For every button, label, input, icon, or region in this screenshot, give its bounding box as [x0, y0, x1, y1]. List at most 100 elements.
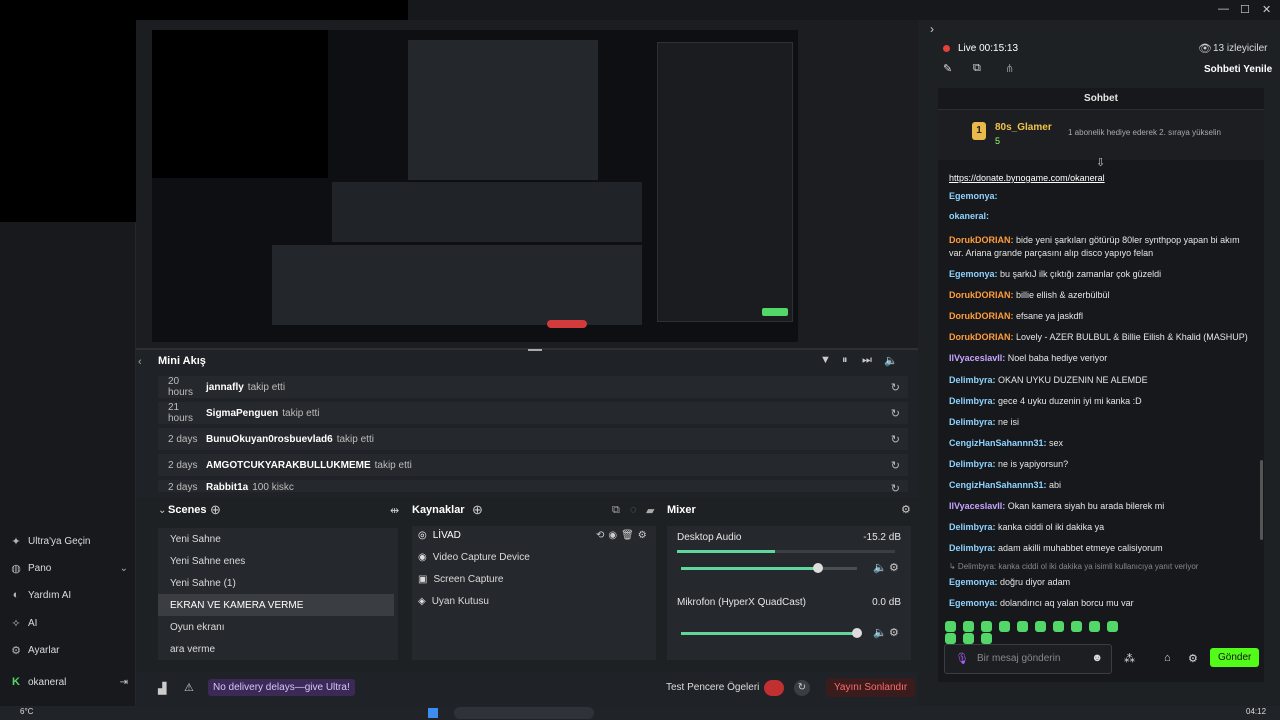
replay-buffer-icon[interactable]: ↻ [794, 680, 810, 696]
chat-username[interactable]: DorukDORIAN: [949, 235, 1014, 245]
replay-icon[interactable]: ↻ [891, 459, 900, 472]
source-item[interactable]: ◈ Uyan Kutusu [418, 596, 489, 607]
pause-icon[interactable]: ⏸ [842, 354, 848, 367]
chat-username[interactable]: DorukDORIAN: [949, 290, 1014, 300]
emote-icon[interactable] [1017, 620, 1028, 632]
volume-icon[interactable]: 🔈 [884, 354, 898, 367]
start-icon[interactable] [428, 708, 438, 718]
slider-knob[interactable] [852, 628, 862, 638]
emote-icon[interactable] [1089, 620, 1100, 632]
end-stream-button[interactable]: Yayını Sonlandır [826, 678, 916, 697]
chat-message[interactable]: Delimbyra: ne is yapiyorsun? [949, 458, 1254, 471]
gear-icon[interactable]: ⚙ [889, 626, 899, 639]
chat-username[interactable]: Delimbyra: [949, 543, 996, 553]
minimize-icon[interactable]: — [1218, 3, 1229, 15]
chat-message[interactable]: IlVyaceslavIl: Noel baba hediye veriyor [949, 352, 1254, 365]
chat-text[interactable]: https://donate.bynogame.com/okaneral [949, 173, 1105, 183]
stats-icon[interactable]: ▟ [158, 682, 166, 695]
replay-icon[interactable]: ↻ [891, 407, 900, 420]
chat-username[interactable]: DorukDORIAN: [949, 311, 1014, 321]
sidebar-item-yardim[interactable]: ◐ Yardım AI [10, 589, 130, 601]
emote-icon[interactable] [1035, 620, 1046, 632]
feed-row[interactable]: 21 hours SigmaPenguen takip etti ↻ [158, 402, 908, 424]
chat-message[interactable]: Egemonya: doğru diyor adam [949, 576, 1254, 589]
emote-icon[interactable] [981, 620, 992, 632]
gear-icon[interactable]: ⚙ [1188, 652, 1198, 665]
add-source-icon[interactable]: ⊕ [472, 502, 483, 518]
emote-icon[interactable] [963, 632, 974, 644]
skip-icon[interactable]: ⏭ [862, 354, 872, 367]
chat-message[interactable]: DorukDORIAN: efsane ya jaskdfl [949, 310, 1254, 323]
send-button[interactable]: Gönder [1210, 648, 1260, 667]
chat-message[interactable]: https://donate.bynogame.com/okaneral [949, 172, 1254, 185]
chat-username[interactable]: Delimbyra: [949, 417, 996, 427]
chat-username[interactable]: DorukDORIAN: [949, 332, 1014, 342]
chat-message[interactable]: Egemonya: dolandırıcı aq yalan borcu mu … [949, 597, 1254, 610]
source-item[interactable]: ▣ Screen Capture [418, 574, 504, 585]
close-icon[interactable]: ✕ [1262, 3, 1271, 16]
gear-icon[interactable]: ⚙ [889, 561, 899, 574]
share-icon[interactable]: ⋔ [1005, 62, 1014, 75]
refresh-chat-button[interactable]: Sohbeti Yenile [1204, 64, 1272, 75]
chevron-left-icon[interactable]: ‹ [138, 356, 142, 368]
pinned-message[interactable]: 1 80s_Glamer 5 1 abonelik hediye ederek … [938, 110, 1264, 160]
chat-message[interactable]: Delimbyra: adam akilli muhabbet etmeye c… [949, 542, 1254, 555]
gear-icon[interactable]: ⚙ [901, 503, 911, 516]
volume-slider[interactable] [681, 567, 857, 570]
chat-username[interactable]: Egemonya: [949, 577, 998, 587]
chat-username[interactable]: okaneral: [949, 211, 989, 221]
chat-username[interactable]: IlVyaceslavIl: [949, 501, 1005, 511]
source-item[interactable]: ◉ Video Capture Device [418, 552, 530, 563]
chat-username[interactable]: Delimbyra: [949, 375, 996, 385]
chat-username[interactable]: IlVyaceslavIl: [949, 353, 1005, 363]
drag-handle[interactable] [528, 349, 542, 351]
scene-item[interactable]: Yeni Sahne enes [158, 550, 394, 572]
prediction-icon[interactable]: ⁂ [1124, 652, 1135, 665]
chat-message[interactable]: CengizHanSahannn31: abi [949, 479, 1254, 492]
emoji-icon[interactable]: ☻ [1091, 652, 1103, 664]
chat-username[interactable]: CengizHanSahannn31: [949, 438, 1047, 448]
chat-input[interactable]: 🎙 Bir mesaj gönderin ☻ [944, 644, 1112, 674]
feed-row[interactable]: 2 days AMGOTCUKYARAKBULLUKMEME takip etti ↻ [158, 454, 908, 476]
scene-item[interactable]: Yeni Sahne (1) [158, 572, 394, 594]
source-tool-icon[interactable]: ⧉ [612, 504, 620, 517]
feed-row[interactable]: 2 days BunuOkuyan0rosbuevlad6 takip etti ↻ [158, 428, 908, 450]
emote-icon[interactable] [945, 620, 956, 632]
emote-icon[interactable] [945, 632, 956, 644]
chat-message[interactable]: DorukDORIAN: billie ellish & azerbülbül [949, 289, 1254, 302]
chat-message[interactable]: DorukDORIAN: Lovely - AZER BULBUL & Bill… [949, 331, 1254, 344]
alert-icon[interactable]: ⚠ [184, 681, 194, 694]
chat-message[interactable]: Egemonya: [949, 190, 1254, 203]
collapse-icon[interactable]: ⌄ [158, 505, 166, 516]
scroll-down-icon[interactable]: ⇩ [1096, 156, 1105, 169]
scene-item[interactable]: Yeni Sahne [158, 528, 394, 550]
source-tool-icon[interactable]: ◌ [630, 504, 637, 516]
chat-message[interactable]: Delimbyra: gece 4 uyku duzenin iyi mi ka… [949, 395, 1254, 408]
chat-scrollbar[interactable] [1260, 460, 1263, 540]
chat-message[interactable]: IlVyaceslavIl: Okan kamera siyah bu arad… [949, 500, 1254, 513]
logout-icon[interactable]: ⇥ [120, 677, 128, 688]
replay-icon[interactable]: ↻ [891, 381, 900, 394]
source-controls[interactable]: ⟲◉🗑⚙ [596, 530, 651, 541]
volume-slider[interactable] [681, 632, 857, 635]
speaker-icon[interactable]: 🔈 [873, 561, 887, 574]
chat-username[interactable]: CengizHanSahannn31: [949, 480, 1047, 490]
chat-message[interactable]: okaneral: [949, 210, 1254, 223]
emote-icon[interactable] [963, 620, 974, 632]
emote-icon[interactable] [1107, 620, 1118, 632]
chat-message[interactable]: Egemonya: bu şarkıJ ilk çıktığı zamanlar… [949, 268, 1254, 281]
feed-row[interactable]: 2 days Rabbit1a 100 kiskc ↻ [158, 480, 908, 492]
sidebar-item-ai[interactable]: ✧ AI [10, 617, 130, 630]
clip-icon[interactable]: ⧉ [973, 62, 981, 75]
source-item[interactable]: ◎ LİVAD [418, 530, 461, 541]
filter-icon[interactable]: ▼ [820, 354, 831, 366]
sidebar-user[interactable]: Kokaneral ⇥ [10, 676, 130, 688]
slider-knob[interactable] [813, 563, 824, 573]
replay-icon[interactable]: ↻ [891, 482, 900, 492]
edit-icon[interactable]: ✎ [943, 62, 952, 75]
record-button[interactable] [764, 680, 784, 696]
emote-icon[interactable] [981, 632, 992, 644]
chat-message[interactable]: CengizHanSahannn31: sex [949, 437, 1254, 450]
sidebar-item-ayarlar[interactable]: ⚙ Ayarlar [10, 644, 130, 657]
emote-icon[interactable] [1071, 620, 1082, 632]
